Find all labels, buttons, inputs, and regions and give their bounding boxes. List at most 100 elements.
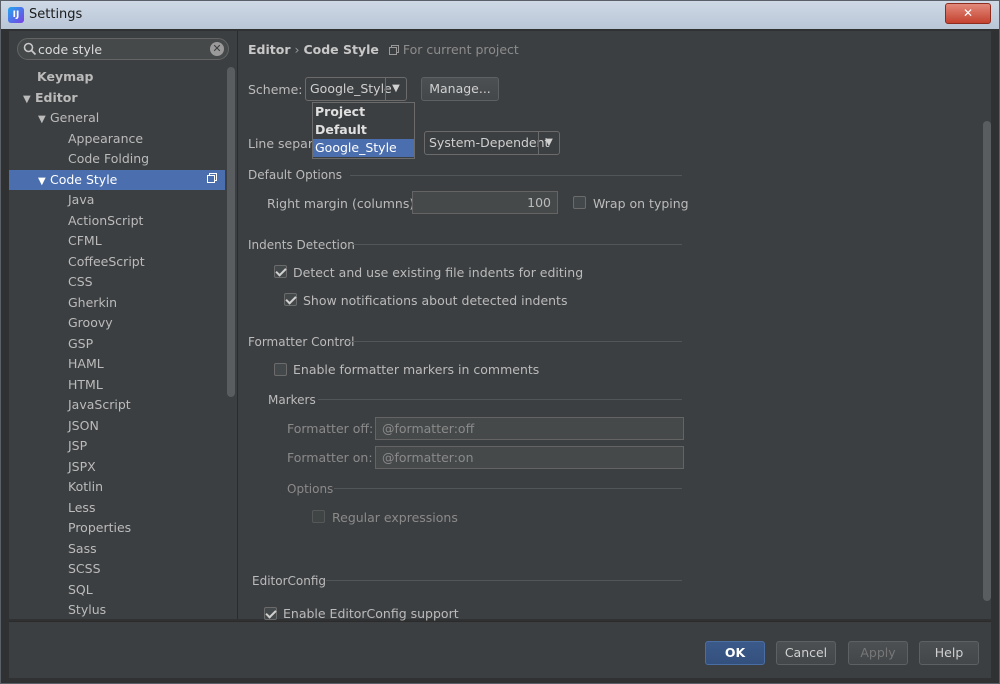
divider	[318, 399, 682, 400]
tree-item-coffeescript[interactable]: CoffeeScript	[9, 252, 225, 272]
formatter-off-field[interactable]: @formatter:off	[375, 417, 684, 440]
window-title: Settings	[29, 7, 83, 22]
tree-item-label: Java	[68, 192, 95, 207]
tree-item-html[interactable]: HTML	[9, 375, 225, 395]
scheme-option-default[interactable]: Default	[313, 121, 414, 139]
search-input[interactable]	[38, 41, 208, 57]
detect-indents-checkbox[interactable]	[274, 265, 287, 278]
tree-item-kotlin[interactable]: Kotlin	[9, 477, 225, 497]
regular-expressions-label: Regular expressions	[332, 510, 458, 525]
tree-item-java[interactable]: Java	[9, 190, 225, 210]
tree-item-properties[interactable]: Properties	[9, 518, 225, 538]
line-separator-label-prefix: Line separ	[248, 136, 313, 151]
regular-expressions-checkbox[interactable]	[312, 510, 325, 523]
tree-item-label: SCSS	[68, 561, 101, 576]
content-scrollbar[interactable]	[983, 121, 991, 601]
clear-search-icon[interactable]: ✕	[210, 42, 224, 56]
line-separator-value: System-Dependent	[429, 135, 550, 150]
tree-item-javascript[interactable]: JavaScript	[9, 395, 225, 415]
settings-window: IJ Settings ✕ ✕ Keymap▼Editor▼GeneralApp…	[0, 0, 1000, 684]
tree-item-label: SQL	[68, 581, 93, 597]
formatter-on-field[interactable]: @formatter:on	[375, 446, 684, 469]
help-button[interactable]: Help	[919, 641, 979, 665]
chevron-down-icon: ▼	[385, 78, 406, 100]
tree-item-label: Sass	[68, 540, 97, 556]
breadcrumb-separator: ›	[294, 42, 300, 57]
divider	[326, 580, 682, 581]
tree-item-label: Groovy	[68, 315, 113, 330]
tree-item-general[interactable]: ▼ General	[9, 108, 225, 128]
intellij-icon: IJ	[8, 7, 24, 23]
formatter-off-label: Formatter off:	[287, 421, 374, 436]
tree-item-label: HAML	[68, 356, 104, 371]
tree-item-code-folding[interactable]: Code Folding	[9, 149, 225, 169]
tree-item-css[interactable]: CSS	[9, 272, 225, 292]
breadcrumb: Editor › Code Style For current project	[248, 42, 519, 57]
tree-item-keymap[interactable]: Keymap	[9, 67, 225, 87]
expand-arrow-icon[interactable]: ▼	[23, 90, 35, 110]
right-margin-field[interactable]: 100	[412, 191, 558, 214]
settings-tree-panel: ✕ Keymap▼Editor▼GeneralAppearanceCode Fo…	[9, 31, 238, 619]
expand-arrow-icon[interactable]: ▼	[38, 172, 50, 192]
wrap-on-typing-label: Wrap on typing	[593, 196, 689, 211]
tree-item-groovy[interactable]: Groovy	[9, 313, 225, 333]
tree-item-appearance[interactable]: Appearance	[9, 129, 225, 149]
breadcrumb-code-style: Code Style	[303, 42, 379, 57]
divider	[352, 244, 682, 245]
tree-item-cfml[interactable]: CFML	[9, 231, 225, 251]
tree-item-json[interactable]: JSON	[9, 416, 225, 436]
tree-item-scss[interactable]: SCSS	[9, 559, 225, 579]
tree-item-haml[interactable]: HAML	[9, 354, 225, 374]
enable-formatter-markers-checkbox[interactable]	[274, 363, 287, 376]
scheme-value: Google_Style	[310, 81, 392, 96]
scheme-combo[interactable]: Google_Style ▼	[305, 77, 407, 101]
tree-item-label: JSPX	[68, 458, 96, 474]
right-margin-label: Right margin (columns):	[267, 196, 419, 211]
close-icon: ✕	[962, 6, 974, 20]
tree-item-code-style[interactable]: ▼ Code Style	[9, 169, 225, 192]
scheme-option-google-style[interactable]: Google_Style	[313, 139, 414, 157]
tree-item-label: General	[50, 110, 100, 125]
show-notifications-checkbox[interactable]	[284, 293, 297, 306]
tree-item-label: GSP	[68, 335, 94, 351]
project-scope-note: For current project	[402, 42, 519, 57]
tree-item-sql[interactable]: SQL	[9, 580, 225, 600]
tree-item-gherkin[interactable]: Gherkin	[9, 293, 225, 313]
cancel-button[interactable]: Cancel	[776, 641, 836, 665]
tree-item-gsp[interactable]: GSP	[9, 334, 225, 354]
enable-editorconfig-checkbox[interactable]	[264, 607, 277, 620]
line-separator-combo[interactable]: System-Dependent ▼	[424, 131, 560, 155]
tree-item-jspx[interactable]: JSPX	[9, 457, 225, 477]
manage-button[interactable]: Manage...	[421, 77, 499, 101]
markers-title: Markers	[268, 393, 316, 407]
tree-scrollbar[interactable]	[227, 67, 235, 397]
indents-detection-title: Indents Detection	[248, 238, 355, 252]
divider	[350, 175, 682, 176]
wrap-on-typing-checkbox[interactable]	[573, 196, 586, 209]
tree-item-jsp[interactable]: JSP	[9, 436, 225, 456]
ok-button[interactable]: OK	[705, 641, 765, 665]
close-button[interactable]: ✕	[945, 3, 991, 24]
tree-item-label: CFML	[68, 233, 102, 248]
tree-item-label: JSP	[68, 438, 88, 453]
tree-item-label: Gherkin	[68, 294, 118, 310]
tree-item-sass[interactable]: Sass	[9, 539, 225, 559]
tree-item-editor[interactable]: ▼ Editor	[9, 88, 225, 108]
breadcrumb-editor[interactable]: Editor	[248, 42, 291, 57]
tree-item-label: ActionScript	[68, 212, 144, 228]
tree-item-label: Appearance	[68, 130, 144, 146]
tree-item-label: Keymap	[37, 69, 94, 84]
tree-item-stylus[interactable]: Stylus	[9, 600, 225, 620]
project-scope-icon	[388, 45, 399, 55]
tree-item-label: CoffeeScript	[68, 253, 145, 269]
expand-arrow-icon[interactable]: ▼	[38, 110, 50, 130]
enable-formatter-markers-label: Enable formatter markers in comments	[293, 362, 540, 377]
search-box[interactable]: ✕	[17, 38, 229, 60]
dialog-button-bar: OK Cancel Apply Help	[9, 621, 991, 678]
tree-item-actionscript[interactable]: ActionScript	[9, 211, 225, 231]
chevron-down-icon: ▼	[538, 132, 559, 154]
tree-item-less[interactable]: Less	[9, 498, 225, 518]
scheme-option-project[interactable]: Project	[313, 103, 414, 121]
apply-button[interactable]: Apply	[848, 641, 908, 665]
tree-item-label: JavaScript	[68, 397, 131, 412]
